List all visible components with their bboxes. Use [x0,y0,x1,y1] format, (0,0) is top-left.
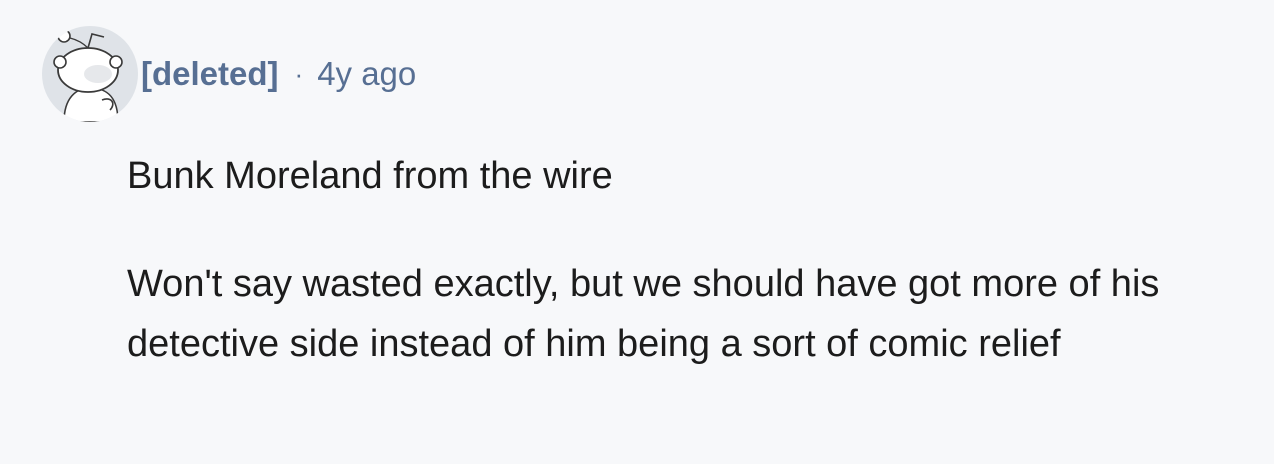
comment-body: Bunk Moreland from the wire Won't say wa… [127,146,1257,374]
comment-meta: [deleted] · 4y ago [141,52,416,96]
comment-timestamp[interactable]: 4y ago [317,55,416,93]
meta-separator: · [294,58,304,89]
username-link[interactable]: [deleted] [141,55,279,93]
comment: [deleted] · 4y ago Bunk Moreland from th… [0,0,1274,464]
avatar[interactable] [42,26,138,122]
comment-paragraph: Won't say wasted exactly, but we should … [127,263,1160,365]
default-snoo-avatar-icon [42,26,138,122]
comment-paragraph: Bunk Moreland from the wire [127,155,613,197]
